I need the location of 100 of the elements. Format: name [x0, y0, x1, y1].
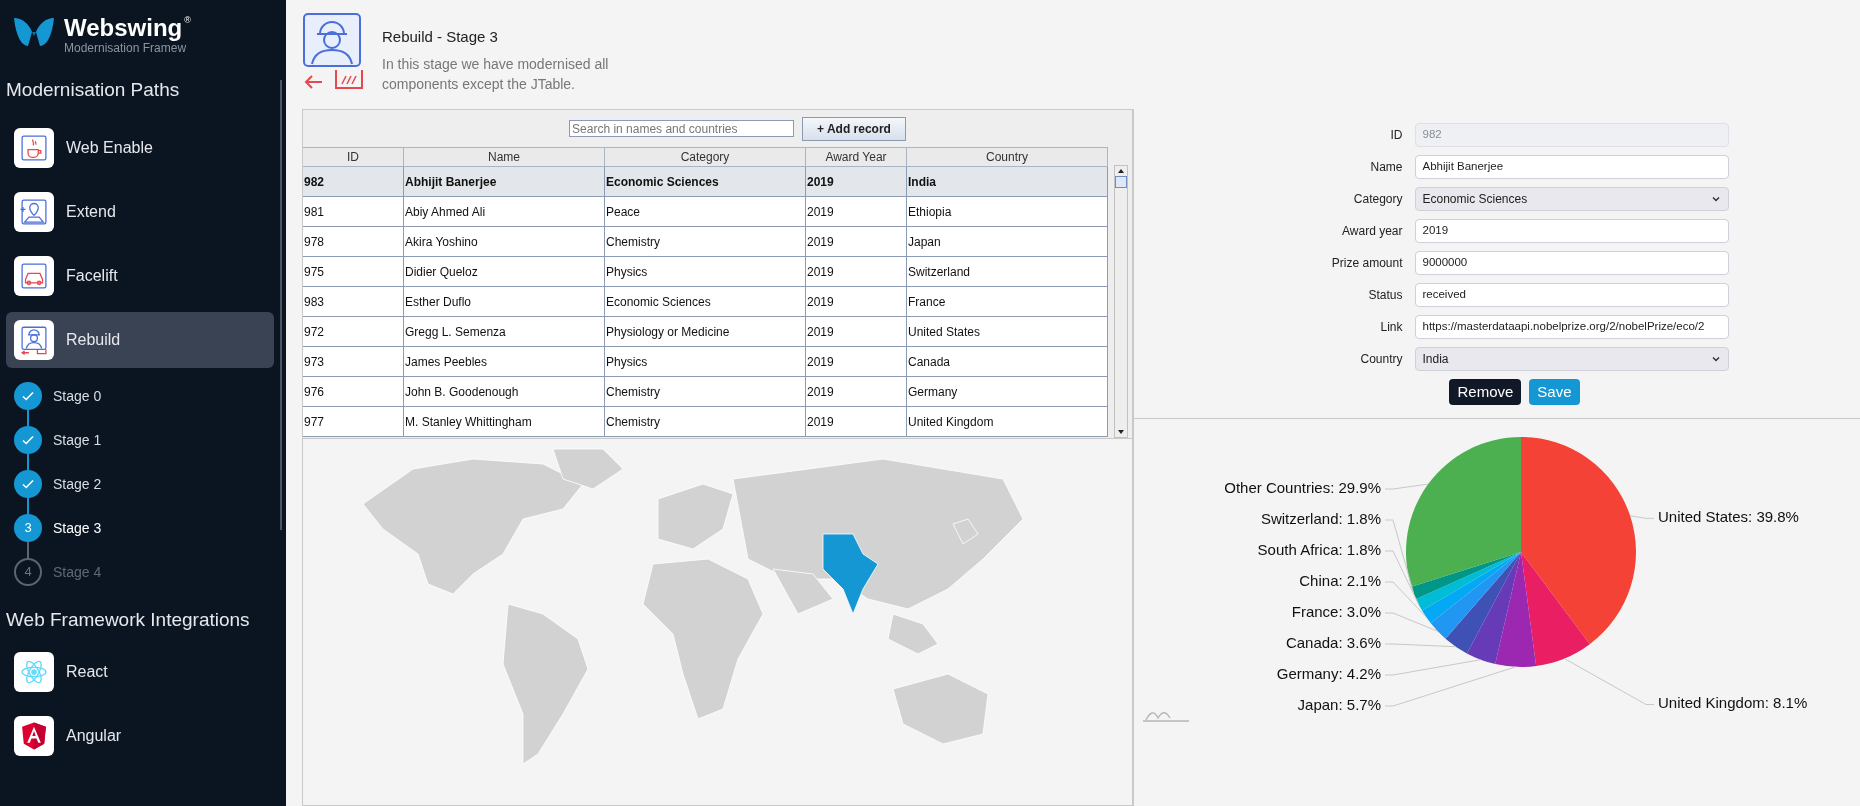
- table-scrollbar[interactable]: [1114, 165, 1128, 438]
- table-cell: 983: [303, 287, 404, 316]
- pie-slice[interactable]: [1406, 437, 1521, 587]
- step-label[interactable]: Stage 0: [53, 385, 102, 407]
- table-cell: Germany: [907, 377, 1108, 406]
- table-cell: 2019: [806, 227, 907, 256]
- table-cell: 976: [303, 377, 404, 406]
- table-cell: Chemistry: [605, 377, 806, 406]
- sidebar-item[interactable]: Angular: [6, 708, 274, 764]
- table-cell: 2019: [806, 167, 907, 196]
- step-marker: 3: [14, 514, 42, 542]
- pie-label: China: 2.1%: [1299, 571, 1381, 589]
- table-cell: Akira Yoshino: [404, 227, 605, 256]
- pie-slice[interactable]: [1466, 552, 1521, 665]
- table-cell: 2019: [806, 287, 907, 316]
- table-row[interactable]: 982 Abhijit Banerjee Economic Sciences 2019 India: [303, 167, 1108, 197]
- table-cell: Japan: [907, 227, 1108, 256]
- table-cell: Physics: [605, 347, 806, 376]
- remove-button[interactable]: Remove: [1449, 379, 1522, 405]
- check-icon: [21, 433, 35, 447]
- table-row[interactable]: 972 Gregg L. Semenza Physiology or Medicine 2019 United States: [303, 317, 1108, 347]
- table-cell: M. Stanley Whittingham: [404, 407, 605, 436]
- field-label: Name: [1369, 159, 1403, 176]
- table-row[interactable]: 983 Esther Duflo Economic Sciences 2019 France: [303, 287, 1108, 317]
- table-cell: 2019: [806, 347, 907, 376]
- add-record-button[interactable]: + Add record: [802, 116, 906, 141]
- column-header[interactable]: Country: [907, 148, 1108, 166]
- column-header[interactable]: Category: [605, 148, 806, 166]
- pie-label: Canada: 3.6%: [1285, 633, 1381, 651]
- page-description: In this stage we have modernised all components except the JTable.: [382, 54, 610, 94]
- table-cell: 975: [303, 257, 404, 286]
- sidebar-item[interactable]: React: [6, 644, 274, 700]
- brand-subtitle: Modernisation Framew: [64, 41, 188, 55]
- field-label: Award year: [1341, 223, 1403, 240]
- table-cell: 2019: [806, 197, 907, 226]
- field-label: ID: [1389, 127, 1403, 144]
- text-field[interactable]: https://masterdataapi.nobelprize.org/2/nobelPrize/eco/2: [1414, 315, 1729, 339]
- text-field[interactable]: received: [1414, 283, 1729, 307]
- table-cell: 2019: [806, 377, 907, 406]
- text-field[interactable]: 9000000: [1414, 251, 1729, 275]
- pie-slice[interactable]: [1422, 552, 1521, 624]
- pie-slice[interactable]: [1430, 552, 1521, 639]
- step-label[interactable]: Stage 3: [53, 517, 102, 539]
- table-cell: Gregg L. Semenza: [404, 317, 605, 346]
- scroll-thumb[interactable]: [1115, 176, 1127, 188]
- table-cell: 972: [303, 317, 404, 346]
- chevron-down-icon: [1710, 354, 1721, 364]
- column-header[interactable]: Name: [404, 148, 605, 166]
- pie-slice[interactable]: [1411, 552, 1521, 599]
- table-row[interactable]: 978 Akira Yoshino Chemistry 2019 Japan: [303, 227, 1108, 257]
- table-cell: 981: [303, 197, 404, 226]
- step-label[interactable]: Stage 2: [53, 473, 102, 495]
- text-field[interactable]: Abhijit Banerjee: [1414, 155, 1729, 179]
- pie-slice[interactable]: [1521, 552, 1590, 666]
- table-cell: Didier Queloz: [404, 257, 605, 286]
- table-cell: India: [907, 167, 1108, 196]
- table-cell: 2019: [806, 407, 907, 436]
- table-cell: 2019: [806, 257, 907, 286]
- pie-slice[interactable]: [1445, 552, 1521, 654]
- search-field[interactable]: Search in names and countries: [569, 120, 795, 137]
- table-row[interactable]: 973 James Peebles Physics 2019 Canada: [303, 347, 1108, 377]
- pie-label: Switzerland: 1.8%: [1260, 509, 1381, 527]
- step-label[interactable]: Stage 1: [53, 429, 102, 451]
- table-cell: Physics: [605, 257, 806, 286]
- sidebar-item[interactable]: Web Enable: [6, 120, 274, 176]
- table-row[interactable]: 976 John B. Goodenough Chemistry 2019 Germany: [303, 377, 1108, 407]
- table-cell: 977: [303, 407, 404, 436]
- section-title: Web Framework Integrations: [5, 608, 251, 632]
- table-cell: James Peebles: [404, 347, 605, 376]
- table-cell: Chemistry: [605, 227, 806, 256]
- table-cell: 978: [303, 227, 404, 256]
- table-row[interactable]: 981 Abiy Ahmed Ali Peace 2019 Ethiopia: [303, 197, 1108, 227]
- leader-line: [1384, 483, 1429, 490]
- leader-line: [1629, 515, 1655, 519]
- table-cell: United Kingdom: [907, 407, 1108, 436]
- table-cell: 2019: [806, 317, 907, 346]
- check-icon: [21, 477, 35, 491]
- text-field[interactable]: 2019: [1414, 219, 1729, 243]
- pie-slice[interactable]: [1521, 437, 1636, 645]
- page-title: Rebuild - Stage 3: [382, 27, 499, 47]
- table-row[interactable]: 975 Didier Queloz Physics 2019 Switzerland: [303, 257, 1108, 287]
- scrollbar[interactable]: [280, 80, 282, 530]
- table-cell: 973: [303, 347, 404, 376]
- table-row[interactable]: 977 M. Stanley Whittingham Chemistry 2019 United Kingdom: [303, 407, 1108, 437]
- sidebar-item[interactable]: Extend: [6, 184, 274, 240]
- table-cell: Switzerland: [907, 257, 1108, 286]
- table-cell: France: [907, 287, 1108, 316]
- table-cell: Economic Sciences: [605, 287, 806, 316]
- pie-slice[interactable]: [1495, 552, 1537, 667]
- sidebar-item[interactable]: Rebuild: [6, 312, 274, 368]
- select-field[interactable]: India: [1414, 347, 1729, 371]
- table-cell: 982: [303, 167, 404, 196]
- brand-name: Webswing: [64, 15, 183, 41]
- field-label: Prize amount: [1330, 255, 1403, 272]
- table-cell: Physiology or Medicine: [605, 317, 806, 346]
- select-field[interactable]: Economic Sciences: [1414, 187, 1729, 211]
- column-header[interactable]: Award Year: [806, 148, 907, 166]
- column-header[interactable]: ID: [303, 148, 404, 166]
- worker-icon: [302, 12, 366, 92]
- sidebar-item[interactable]: Facelift: [6, 248, 274, 304]
